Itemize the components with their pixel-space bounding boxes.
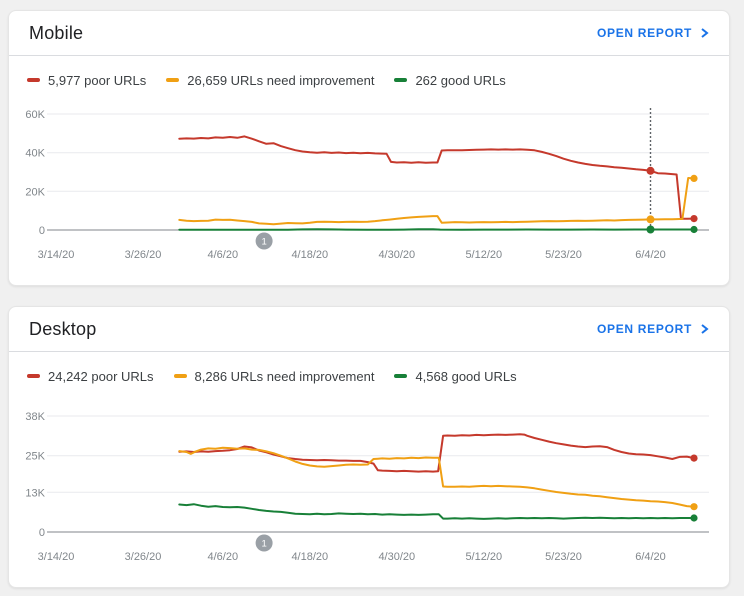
poor-end-dot [690, 215, 697, 222]
x-axis-tick-label: 4/18/20 [291, 249, 328, 261]
chevron-right-icon [699, 323, 709, 335]
svg-text:1: 1 [261, 539, 266, 550]
legend-item-poor: 24,242 poor URLs [27, 369, 154, 384]
good-urls-line [179, 504, 694, 519]
x-axis-tick-label: 3/26/20 [125, 249, 162, 261]
x-axis-tick-label: 4/18/20 [291, 551, 328, 563]
page-title: Desktop [29, 319, 96, 340]
good-urls-line [179, 229, 694, 230]
y-axis-tick-label: 0 [39, 527, 45, 539]
x-axis-tick-label: 5/12/20 [465, 551, 502, 563]
improve-urls-line [179, 448, 694, 507]
x-axis-tick-label: 3/14/20 [38, 551, 75, 563]
chart-legend: 24,242 poor URLs 8,286 URLs need improve… [27, 368, 729, 384]
mobile-card-header: Mobile OPEN REPORT [9, 11, 729, 56]
good-end-dot [690, 226, 697, 233]
legend-swatch-good-icon [394, 374, 407, 378]
y-axis-tick-label: 13K [25, 487, 45, 499]
poor-urls-line [179, 136, 694, 218]
desktop-cwv-chart[interactable]: 0 13K 25K 38K 3/14/20 3/26/20 4/6/20 4/18/20 4/3… [9, 397, 731, 587]
y-axis-tick-label: 20K [25, 186, 45, 198]
x-axis-tick-label: 4/30/20 [378, 551, 415, 563]
annotation-marker[interactable]: 1 [256, 535, 273, 552]
legend-swatch-improve-icon [166, 78, 179, 82]
x-axis-tick-label: 6/4/20 [635, 551, 666, 563]
open-report-label: OPEN REPORT [597, 322, 692, 336]
x-axis-tick-label: 4/6/20 [208, 249, 239, 261]
improve-end-dot [690, 503, 697, 510]
x-axis-tick-label: 3/26/20 [125, 551, 162, 563]
desktop-card-header: Desktop OPEN REPORT [9, 307, 729, 352]
poor-selection-dot [647, 167, 655, 175]
mobile-card: Mobile OPEN REPORT 5,977 poor URLs 26,65… [8, 10, 730, 286]
y-axis-tick-label: 38K [25, 411, 45, 423]
legend-label-poor: 24,242 poor URLs [48, 369, 154, 384]
y-axis-tick-label: 0 [39, 225, 45, 237]
good-end-dot [690, 514, 697, 521]
x-axis-tick-label: 4/30/20 [378, 249, 415, 261]
legend-item-improve: 26,659 URLs need improvement [166, 73, 374, 88]
mobile-cwv-chart[interactable]: 0 20K 40K 60K 3/14/20 3/26/20 4/6/20 4/18/20 4/3… [9, 95, 731, 285]
x-axis-tick-label: 5/23/20 [545, 249, 582, 261]
open-report-button[interactable]: OPEN REPORT [597, 26, 709, 40]
open-report-label: OPEN REPORT [597, 26, 692, 40]
y-axis-tick-label: 40K [25, 148, 45, 160]
x-axis-tick-label: 3/14/20 [38, 249, 75, 261]
legend-swatch-poor-icon [27, 374, 40, 378]
legend-swatch-poor-icon [27, 78, 40, 82]
legend-item-good: 262 good URLs [394, 73, 505, 88]
legend-item-good: 4,568 good URLs [394, 369, 516, 384]
improve-urls-line [179, 178, 694, 224]
x-axis-tick-label: 5/23/20 [545, 551, 582, 563]
open-report-button[interactable]: OPEN REPORT [597, 322, 709, 336]
legend-label-good: 262 good URLs [415, 73, 505, 88]
legend-label-improve: 26,659 URLs need improvement [187, 73, 374, 88]
y-axis-tick-label: 25K [25, 451, 45, 463]
x-axis-tick-label: 4/6/20 [208, 551, 239, 563]
good-selection-dot [647, 226, 655, 234]
chevron-right-icon [699, 27, 709, 39]
improve-selection-dot [647, 215, 655, 223]
legend-swatch-good-icon [394, 78, 407, 82]
x-axis-tick-label: 6/4/20 [635, 249, 666, 261]
poor-urls-line [179, 434, 694, 471]
svg-text:1: 1 [261, 237, 266, 248]
desktop-card: Desktop OPEN REPORT 24,242 poor URLs 8,2… [8, 306, 730, 588]
page-title: Mobile [29, 23, 83, 44]
chart-legend: 5,977 poor URLs 26,659 URLs need improve… [27, 72, 729, 88]
legend-item-poor: 5,977 poor URLs [27, 73, 146, 88]
legend-label-poor: 5,977 poor URLs [48, 73, 146, 88]
poor-end-dot [690, 455, 697, 462]
legend-label-improve: 8,286 URLs need improvement [195, 369, 375, 384]
x-axis-tick-label: 5/12/20 [465, 249, 502, 261]
legend-swatch-improve-icon [174, 374, 187, 378]
legend-item-improve: 8,286 URLs need improvement [174, 369, 375, 384]
legend-label-good: 4,568 good URLs [415, 369, 516, 384]
annotation-marker[interactable]: 1 [256, 233, 273, 250]
y-axis-tick-label: 60K [25, 109, 45, 121]
improve-end-dot [690, 175, 697, 182]
